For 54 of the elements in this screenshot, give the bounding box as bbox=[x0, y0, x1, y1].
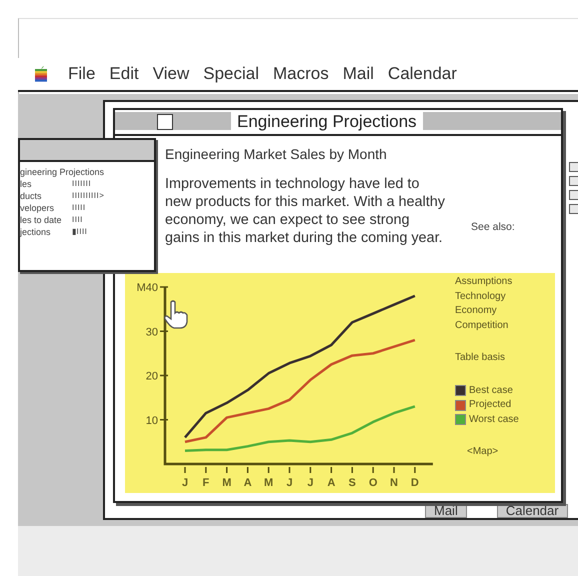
section-heading: Engineering Market Sales by Month bbox=[165, 146, 388, 162]
tally-marks: IIIIIII bbox=[72, 178, 92, 190]
axis-tick-label: J bbox=[307, 477, 314, 489]
axis-tick-label: 20 bbox=[146, 370, 158, 382]
axis-tick-label: A bbox=[327, 477, 336, 489]
topic-link[interactable]: Technology bbox=[455, 290, 519, 304]
topic-link[interactable]: Competition bbox=[455, 318, 519, 333]
axis-tick-label: M bbox=[222, 477, 232, 489]
axis-tick-label: F bbox=[202, 477, 210, 489]
see-also-label: See also: bbox=[470, 221, 516, 235]
row-label: jections bbox=[20, 226, 52, 238]
tally-marks: ▮IIII bbox=[72, 226, 88, 238]
row-label: ducts bbox=[20, 190, 43, 202]
square-icon bbox=[569, 162, 578, 172]
close-box[interactable] bbox=[157, 114, 173, 130]
axis-tick-label: D bbox=[410, 477, 419, 489]
menu-item[interactable]: View bbox=[152, 64, 190, 84]
legend-label: Worst case bbox=[469, 412, 519, 426]
menu-item[interactable]: Special bbox=[203, 64, 260, 84]
axis-tick-label: J bbox=[182, 477, 188, 489]
topic-link[interactable]: Economy bbox=[455, 304, 519, 318]
tally-marks: IIIII bbox=[72, 202, 87, 214]
axis-tick-label: N bbox=[390, 477, 398, 489]
axis-tick-label: O bbox=[368, 477, 378, 489]
table-link[interactable]: Table basis bbox=[455, 351, 519, 366]
topic-link[interactable]: Assumptions bbox=[455, 275, 519, 290]
tally-marks: IIII bbox=[72, 214, 84, 226]
menu-item[interactable]: File bbox=[68, 64, 96, 84]
axis-tick-label: S bbox=[348, 477, 356, 489]
row-label: les to date bbox=[20, 214, 63, 226]
legend-label: Projected bbox=[469, 398, 512, 412]
tally-marks: IIIIIIIIII> bbox=[72, 190, 106, 202]
square-icon bbox=[569, 204, 578, 214]
menu-item[interactable]: Macros bbox=[273, 64, 329, 84]
row-label: velopers bbox=[20, 202, 56, 214]
legend-label: Best case bbox=[469, 384, 513, 398]
axis-tick-label: M bbox=[264, 477, 274, 489]
window-title: Engineering Projections bbox=[231, 112, 423, 132]
apple-logo-icon[interactable] bbox=[34, 66, 48, 82]
pointer-hand-icon bbox=[163, 300, 189, 330]
axis-tick-label: 10 bbox=[146, 414, 158, 427]
square-icon bbox=[569, 190, 578, 200]
axis-tick-label: A bbox=[244, 477, 252, 489]
menu-item[interactable]: Mail bbox=[342, 64, 374, 84]
menu-item[interactable]: Calendar bbox=[388, 64, 457, 84]
description-text: Improvements in technology have led to new products for this market. With a healthy economy, we can expect to see strong gains in this market during the coming year. bbox=[165, 175, 445, 247]
axis-tick-label: 30 bbox=[146, 326, 158, 338]
menu-item[interactable]: Edit bbox=[109, 64, 139, 84]
square-icon bbox=[569, 176, 578, 186]
axis-tick-label: J bbox=[286, 477, 293, 489]
document-title: gineering Projections bbox=[20, 166, 106, 178]
row-label: les bbox=[20, 178, 33, 190]
map-link[interactable]: <Map> bbox=[455, 445, 519, 460]
axis-tick-label: M40 bbox=[136, 282, 158, 294]
